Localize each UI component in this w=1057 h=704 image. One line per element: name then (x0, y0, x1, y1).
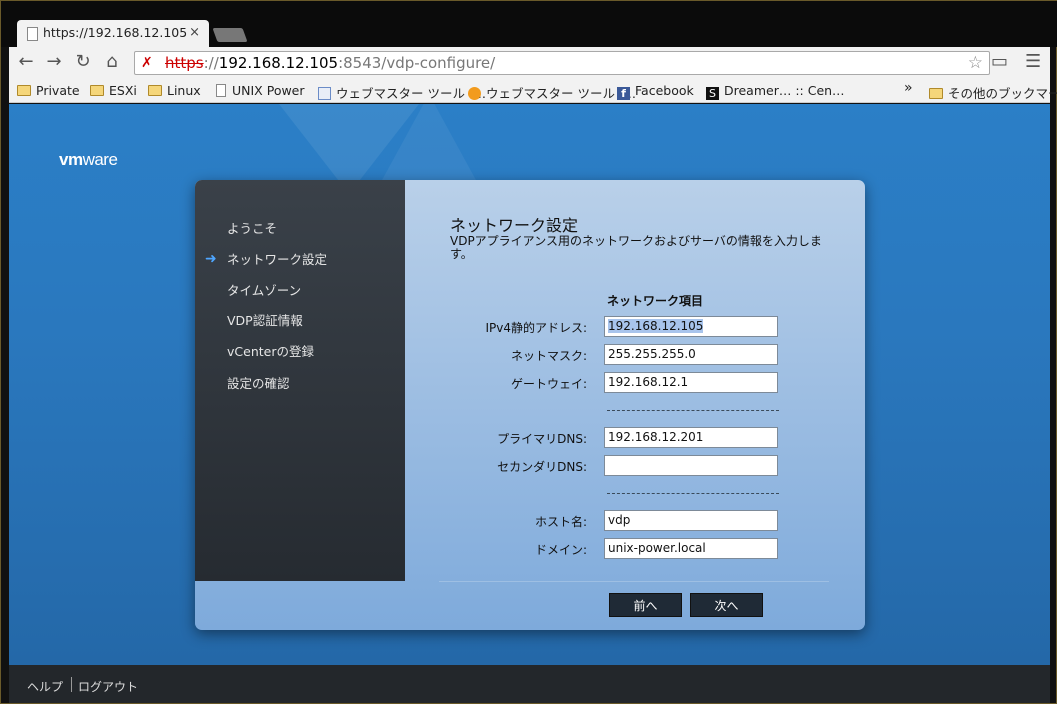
tab-title: https://192.168.12.105 (43, 25, 188, 40)
current-step-arrow-icon: ➜ (205, 251, 217, 267)
primary-dns-field[interactable]: 192.168.12.201 (604, 427, 778, 448)
folder-icon (929, 88, 943, 99)
bookmark-label: Facebook (635, 83, 694, 98)
gateway-field[interactable]: 192.168.12.1 (604, 372, 778, 393)
bookmark-label: ESXi (109, 83, 137, 98)
insecure-lock-icon: ✗ (141, 55, 153, 71)
url-host: 192.168.12.105 (218, 54, 339, 72)
footer-divider (439, 581, 829, 582)
wizard-description: VDPアプライアンス用のネットワークおよびサーバの情報を入力します。 (450, 234, 822, 261)
secondary-dns-label: セカンダリDNS: (497, 460, 587, 474)
bookmark-label: ウェブマスター ツール -… (486, 86, 636, 101)
secondary-dns-field[interactable] (604, 455, 778, 476)
bookmark-private[interactable]: Private (17, 83, 80, 98)
other-bookmarks[interactable]: その他のブックマーク (929, 83, 1057, 102)
bookmark-label: その他のブックマーク (948, 86, 1057, 101)
ipv4-field[interactable]: 192.168.12.105 (604, 316, 778, 337)
step-timezone[interactable]: タイムゾーン (227, 280, 301, 299)
bookmark-esxi[interactable]: ESXi (90, 83, 137, 98)
wizard-title: ネットワーク設定 (450, 216, 579, 235)
hostname-field[interactable]: vdp (604, 510, 778, 531)
browser-tab[interactable]: https://192.168.12.105 × (17, 20, 209, 47)
bookmark-star-icon[interactable]: ☆ (968, 52, 983, 74)
bookmark-webmaster-1[interactable]: ウェブマスター ツール -… (318, 83, 486, 102)
domain-label: ドメイン: (534, 543, 587, 557)
vmware-logo: vmware (59, 150, 118, 169)
bookmarks-bar: Private ESXi Linux UNIX Power ウェブマスター ツー… (9, 79, 1057, 103)
bookmark-facebook[interactable]: f Facebook (617, 83, 694, 100)
bookmark-unix-power[interactable]: UNIX Power (216, 83, 305, 98)
browser-toolbar: ← → ↻ ⌂ ✗ https://192.168.12.105:8543/vd… (9, 47, 1050, 79)
tab-strip: https://192.168.12.105 × (1, 1, 1057, 47)
s-icon: S (706, 87, 719, 100)
webmaster-icon (318, 87, 331, 100)
folder-icon (90, 85, 104, 96)
webmaster-orange-icon (468, 87, 481, 100)
hostname-label: ホスト名: (534, 515, 587, 529)
bookmarks-overflow-icon[interactable]: » (904, 80, 913, 96)
gateway-label: ゲートウェイ: (510, 377, 587, 391)
primary-dns-label: プライマリDNS: (497, 432, 587, 446)
bookmark-linux[interactable]: Linux (148, 83, 201, 98)
configuration-wizard: ➜ ようこそ ネットワーク設定 タイムゾーン VDP認証情報 vCenterの登… (195, 180, 865, 630)
folder-icon (17, 85, 31, 96)
domain-field[interactable]: unix-power.local (604, 538, 778, 559)
separator (607, 410, 779, 411)
address-bar[interactable]: ✗ https://192.168.12.105:8543/vdp-config… (134, 51, 990, 75)
bookmark-label: Dreamer… :: Cen… (724, 83, 845, 98)
bookmark-label: UNIX Power (232, 83, 305, 98)
browser-window: https://192.168.12.105 × ← → ↻ ⌂ ✗ https… (0, 0, 1057, 704)
netmask-field[interactable]: 255.255.255.0 (604, 344, 778, 365)
page-icon (27, 27, 38, 41)
footer-divider (71, 677, 72, 692)
menu-icon[interactable]: ☰ (1025, 51, 1041, 72)
bookmark-label: Private (36, 83, 80, 98)
tab-close-icon[interactable]: × (189, 25, 200, 40)
help-link[interactable]: ヘルプ (27, 678, 63, 695)
page-footer: ヘルプ ログアウト (9, 665, 1050, 703)
step-confirm[interactable]: 設定の確認 (227, 373, 290, 392)
separator (607, 493, 779, 494)
step-welcome[interactable]: ようこそ (227, 218, 277, 237)
home-icon[interactable]: ⌂ (101, 51, 123, 73)
wizard-steps-panel: ➜ ようこそ ネットワーク設定 タイムゾーン VDP認証情報 vCenterの登… (195, 180, 405, 581)
ipv4-label: IPv4静的アドレス: (485, 321, 587, 335)
url-separator: :// (203, 54, 219, 72)
back-button[interactable]: 前へ (609, 593, 682, 617)
netmask-label: ネットマスク: (510, 349, 587, 363)
section-heading: ネットワーク項目 (607, 294, 704, 308)
step-vdp-credentials[interactable]: VDP認証情報 (227, 310, 303, 329)
reload-icon[interactable]: ↻ (72, 51, 94, 73)
back-icon[interactable]: ← (15, 51, 37, 73)
folder-icon (148, 85, 162, 96)
page-icon (216, 84, 226, 97)
step-vcenter[interactable]: vCenterの登録 (227, 341, 314, 360)
step-network[interactable]: ネットワーク設定 (227, 249, 327, 268)
next-button[interactable]: 次へ (690, 593, 763, 617)
bookmark-label: Linux (167, 83, 201, 98)
facebook-icon: f (617, 87, 630, 100)
bookmark-webmaster-2[interactable]: ウェブマスター ツール -… (468, 83, 636, 102)
logout-link[interactable]: ログアウト (78, 678, 138, 695)
new-tab-button[interactable] (212, 28, 248, 42)
bookmark-label: ウェブマスター ツール -… (336, 86, 486, 101)
url-path: :8543/vdp-configure/ (338, 54, 496, 72)
page-content: vmware ➜ ようこそ ネットワーク設定 タイムゾーン VDP認証情報 vC… (9, 104, 1050, 665)
download-icon[interactable]: ▭ (991, 51, 1008, 72)
forward-icon[interactable]: → (43, 51, 65, 73)
bookmark-dreamer[interactable]: S Dreamer… :: Cen… (706, 83, 845, 100)
url-scheme: https (165, 54, 204, 72)
